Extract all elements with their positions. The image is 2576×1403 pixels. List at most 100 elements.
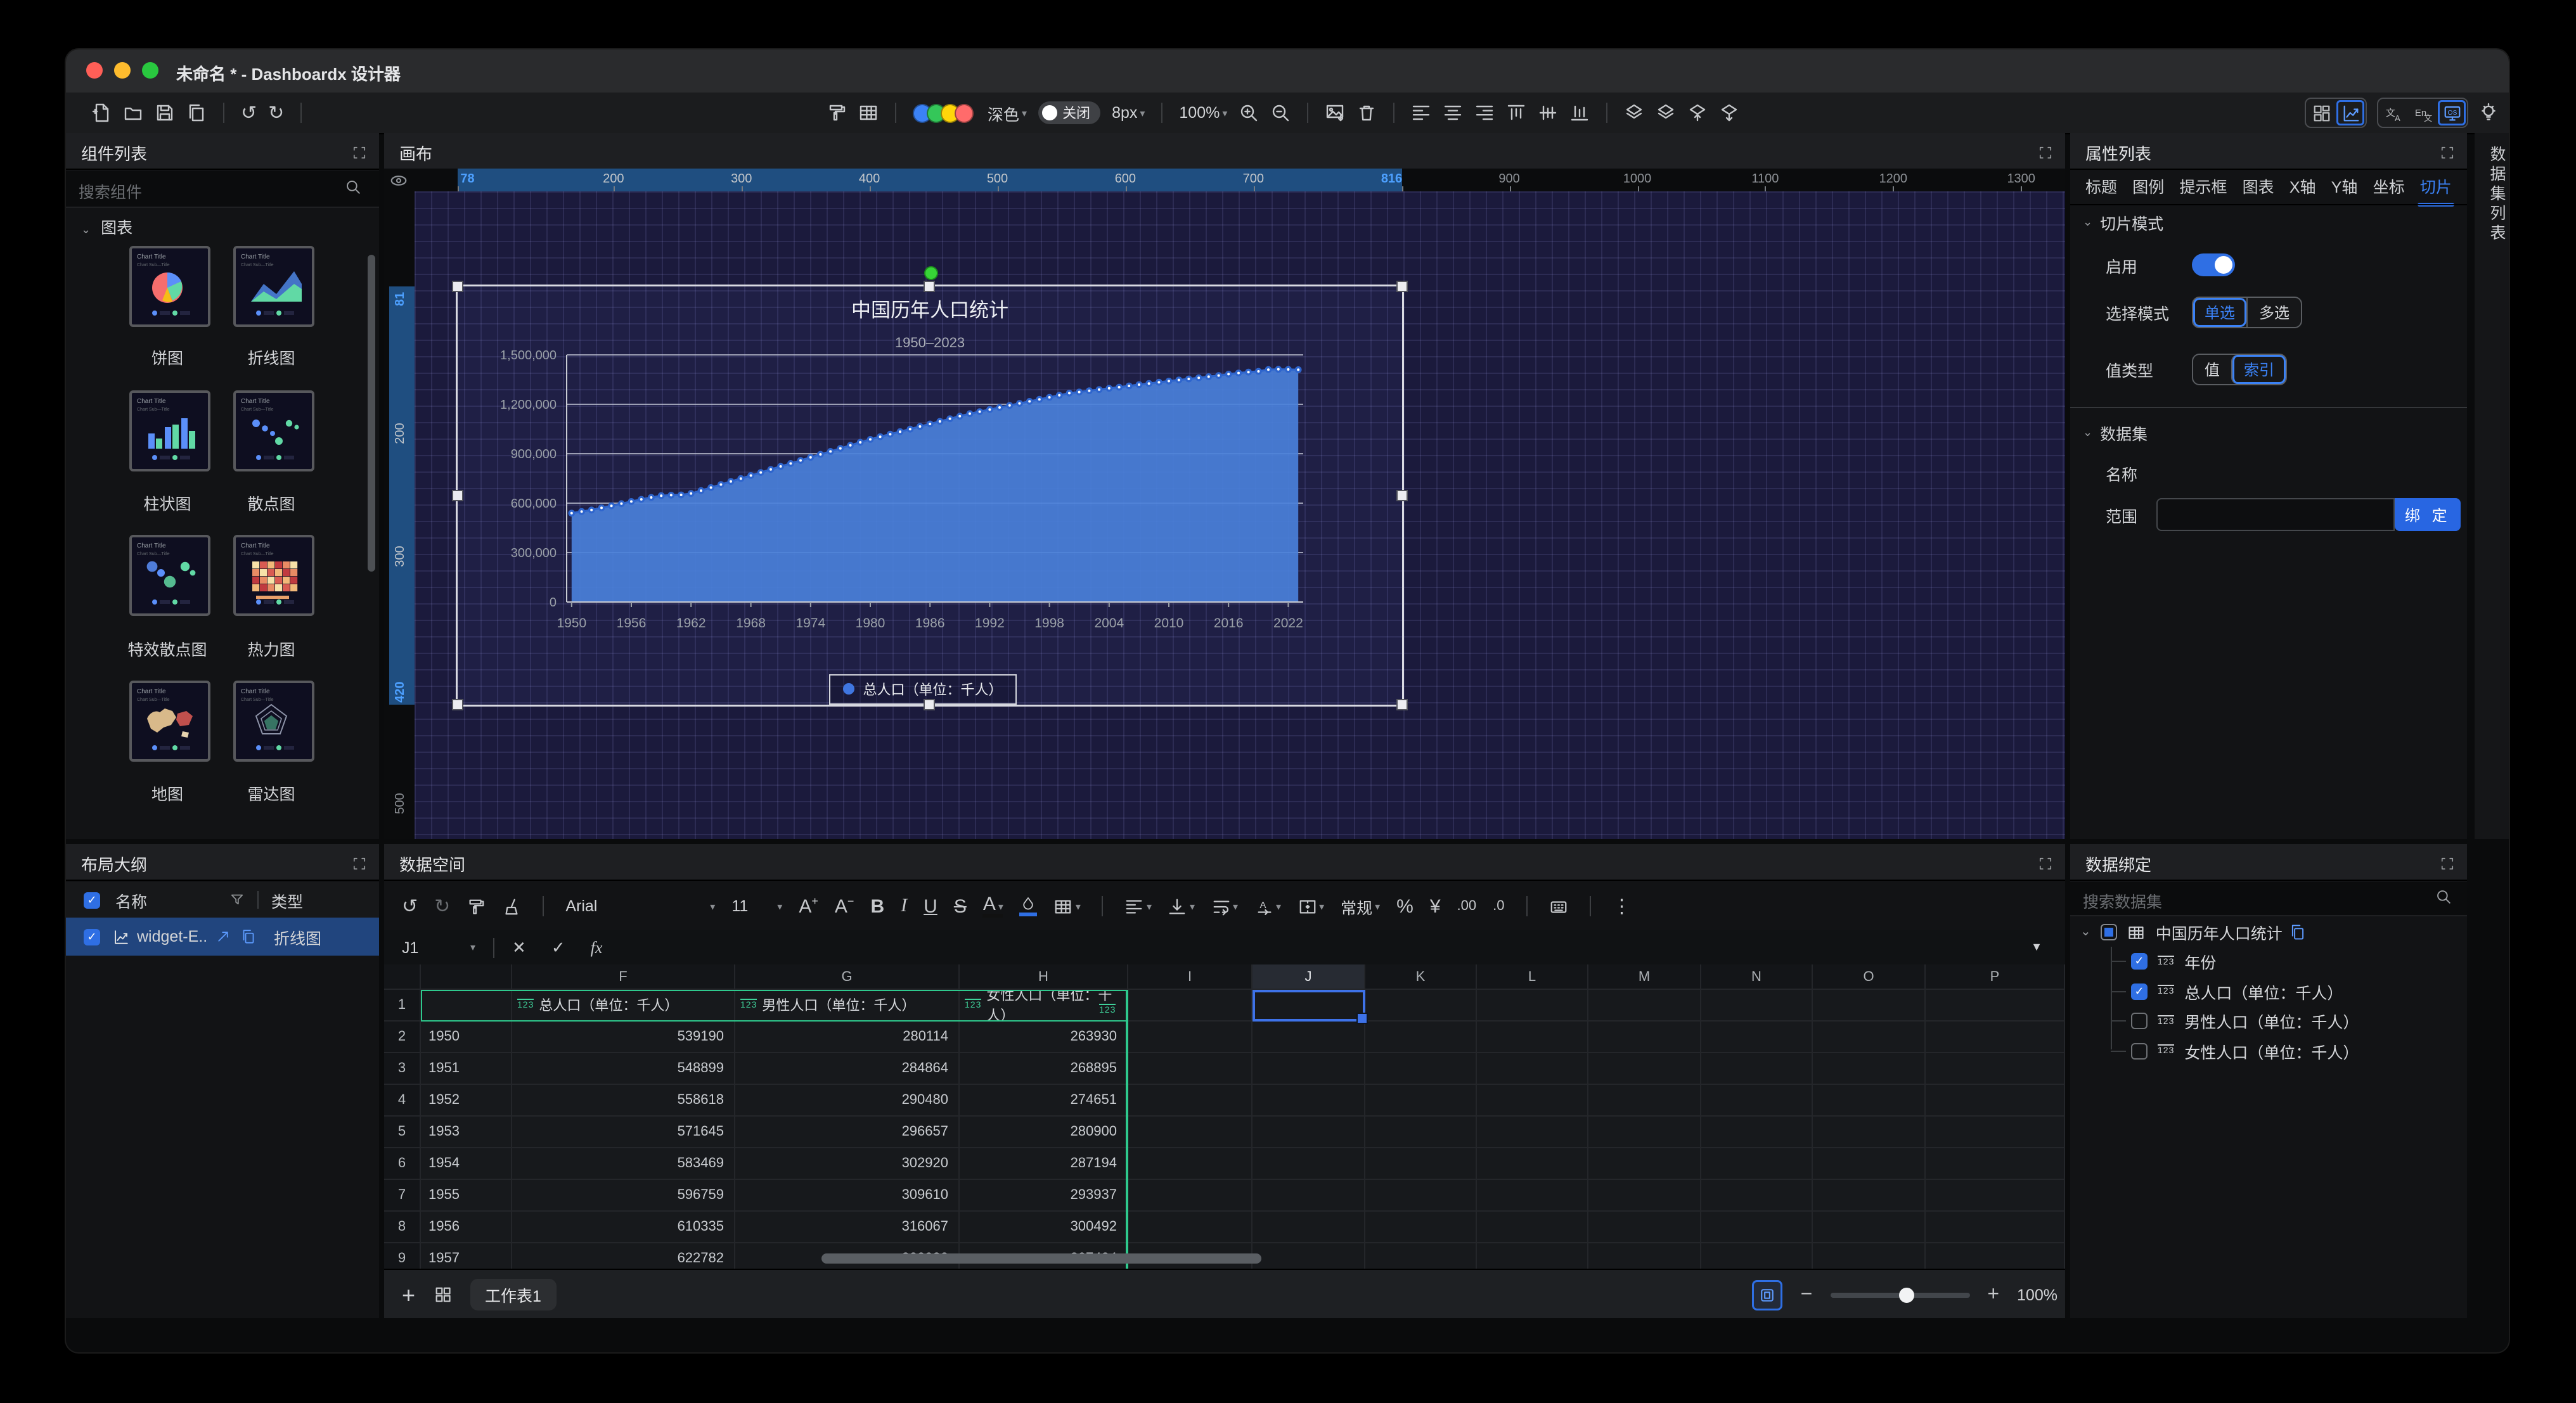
tab-Y轴[interactable]: Y轴 bbox=[2331, 173, 2358, 202]
sheet-cell[interactable]: 1952 bbox=[421, 1085, 512, 1117]
column-header-J[interactable]: J bbox=[1253, 964, 1365, 990]
sheet-cell[interactable] bbox=[1588, 1053, 1701, 1085]
sheet-cell[interactable] bbox=[1477, 1117, 1588, 1148]
decimal-decrease-icon[interactable]: .0 bbox=[1493, 899, 1504, 913]
font-color-icon[interactable]: A▾ bbox=[983, 895, 1003, 918]
sheet-cell[interactable]: 622782 bbox=[512, 1243, 735, 1269]
maximize-window-button[interactable] bbox=[142, 62, 158, 79]
dataset-section-row[interactable]: ⌄ 数据集 bbox=[2070, 417, 2467, 447]
fit-view-button[interactable] bbox=[1753, 1279, 1783, 1310]
grid-toggle-toggle[interactable]: 关闭 bbox=[1038, 101, 1100, 124]
sheet-tab-active[interactable]: 工作表1 bbox=[470, 1279, 557, 1310]
sheet-cell[interactable]: 296657 bbox=[735, 1117, 960, 1148]
bold-icon[interactable]: B bbox=[870, 897, 884, 916]
sheet-cell[interactable]: 287194 bbox=[960, 1148, 1128, 1180]
currency-format-icon[interactable]: ¥ bbox=[1430, 897, 1441, 916]
sheet-cell[interactable] bbox=[1365, 1022, 1477, 1053]
row-number[interactable]: 6 bbox=[384, 1148, 421, 1180]
save-icon[interactable] bbox=[155, 103, 175, 123]
add-sheet-button[interactable]: + bbox=[402, 1283, 415, 1306]
align-left-icon[interactable] bbox=[1411, 103, 1431, 123]
sheet-cell[interactable] bbox=[1477, 1243, 1588, 1269]
component-pie[interactable]: Chart TitleChart Sub—Title bbox=[129, 246, 210, 327]
data-table-icon[interactable] bbox=[858, 103, 879, 123]
sheet-cell[interactable] bbox=[1253, 1212, 1365, 1243]
sheet-cell[interactable] bbox=[1588, 990, 1701, 1022]
sheet-cell[interactable]: 610335 bbox=[512, 1212, 735, 1243]
sheet-cell[interactable] bbox=[1128, 1180, 1253, 1212]
column-header-I[interactable]: I bbox=[1128, 964, 1253, 990]
redo-icon[interactable]: ↻ bbox=[268, 103, 284, 122]
sheet-cell[interactable] bbox=[1701, 1053, 1813, 1085]
sheet-cell[interactable] bbox=[1701, 1022, 1813, 1053]
font-size-select[interactable]: 11▾ bbox=[731, 897, 782, 915]
decimal-increase-icon[interactable]: .00 bbox=[1457, 899, 1477, 913]
align-top-icon[interactable] bbox=[1506, 103, 1526, 123]
bind-button[interactable]: 绑 定 bbox=[2395, 498, 2461, 531]
sheet-cell[interactable]: 1953 bbox=[421, 1117, 512, 1148]
sheet-cell[interactable] bbox=[1365, 1085, 1477, 1117]
sheet-cell[interactable] bbox=[1253, 1148, 1365, 1180]
sheet-cell[interactable] bbox=[1477, 1053, 1588, 1085]
sheet-horizontal-scrollbar[interactable] bbox=[821, 1253, 1261, 1264]
field-node-1[interactable]: ✓123年份 bbox=[2070, 947, 2467, 976]
open-file-icon[interactable] bbox=[123, 103, 143, 123]
zoom-slider[interactable] bbox=[1830, 1292, 1969, 1297]
locate-widget-icon[interactable] bbox=[216, 929, 231, 944]
sheet-undo-icon[interactable]: ↺ bbox=[402, 897, 418, 916]
field-checkbox[interactable]: ✓ bbox=[2131, 953, 2148, 970]
tab-X轴[interactable]: X轴 bbox=[2289, 173, 2316, 202]
sheet-cell[interactable]: 280900 bbox=[960, 1117, 1128, 1148]
component-scatter[interactable]: Chart TitleChart Sub—Title bbox=[233, 390, 314, 471]
chart-legend[interactable]: 总人口（单位：千人） bbox=[828, 674, 1016, 705]
sheet-grid[interactable]: FGHIJKLMNOP1123总人口（单位：千人）123男性人口（单位：千人）1… bbox=[384, 964, 2065, 1269]
sheet-cell[interactable] bbox=[1128, 1148, 1253, 1180]
borders-icon[interactable]: ▾ bbox=[1054, 897, 1081, 916]
zoom-in-icon[interactable] bbox=[1239, 103, 1259, 123]
locale-zh-button[interactable]: 文A bbox=[2380, 100, 2407, 125]
row-number[interactable]: 8 bbox=[384, 1212, 421, 1243]
component-bar[interactable]: Chart TitleChart Sub—Title bbox=[129, 390, 210, 471]
sheet-cell[interactable] bbox=[1365, 1148, 1477, 1180]
selection-handle[interactable] bbox=[1396, 698, 1408, 710]
sheet-cell[interactable] bbox=[1253, 1053, 1365, 1085]
search-icon[interactable] bbox=[345, 179, 361, 202]
collapse-icon[interactable]: ⌄ bbox=[2080, 926, 2091, 939]
zoom-select[interactable]: 100%▾ bbox=[1179, 104, 1227, 122]
selection-handle[interactable] bbox=[451, 489, 463, 501]
expand-panel-icon[interactable] bbox=[2440, 854, 2454, 877]
sheet-cell[interactable] bbox=[1701, 1117, 1813, 1148]
sheet-cell[interactable] bbox=[1588, 1085, 1701, 1117]
font-increase-icon[interactable]: A+ bbox=[799, 896, 818, 916]
layer-down-icon[interactable] bbox=[1719, 103, 1739, 123]
sheet-cell[interactable] bbox=[1701, 990, 1813, 1022]
layer-back-icon[interactable] bbox=[1656, 103, 1676, 123]
column-header-H[interactable]: H bbox=[960, 964, 1128, 990]
os-mode-button[interactable]: OS bbox=[2438, 100, 2466, 125]
sheet-cell[interactable] bbox=[1477, 1022, 1588, 1053]
range-input[interactable] bbox=[2156, 498, 2395, 531]
column-header-G[interactable]: G bbox=[735, 964, 960, 990]
enable-toggle[interactable] bbox=[2192, 253, 2235, 276]
zoom-in-button[interactable]: + bbox=[1987, 1284, 1999, 1305]
number-format-select[interactable]: 常规▾ bbox=[1341, 894, 1380, 918]
confirm-edit-icon[interactable]: ✓ bbox=[551, 939, 565, 956]
sheet-cell[interactable]: 558618 bbox=[512, 1085, 735, 1117]
component-search-input[interactable]: 搜索组件 bbox=[79, 179, 142, 203]
sheet-cell[interactable] bbox=[1477, 990, 1588, 1022]
sheet-cell[interactable] bbox=[1365, 990, 1477, 1022]
selection-handle[interactable] bbox=[1396, 489, 1408, 501]
sheet-cell[interactable] bbox=[1253, 1243, 1365, 1269]
format-roller-icon[interactable] bbox=[827, 103, 847, 123]
sheet-cell[interactable] bbox=[1588, 1180, 1701, 1212]
search-icon[interactable] bbox=[2435, 888, 2452, 911]
export-image-icon[interactable] bbox=[1325, 103, 1345, 123]
copy-widget-icon[interactable] bbox=[241, 929, 256, 944]
sheet-cell[interactable] bbox=[1128, 1053, 1253, 1085]
sheet-cell[interactable] bbox=[1813, 990, 1926, 1022]
expand-panel-icon[interactable] bbox=[2038, 143, 2052, 166]
sheet-cell[interactable] bbox=[1813, 1180, 1926, 1212]
cancel-edit-icon[interactable]: ✕ bbox=[512, 939, 526, 956]
component-line[interactable]: Chart TitleChart Sub—Title bbox=[233, 246, 314, 327]
fx-icon[interactable]: fx bbox=[591, 939, 603, 956]
